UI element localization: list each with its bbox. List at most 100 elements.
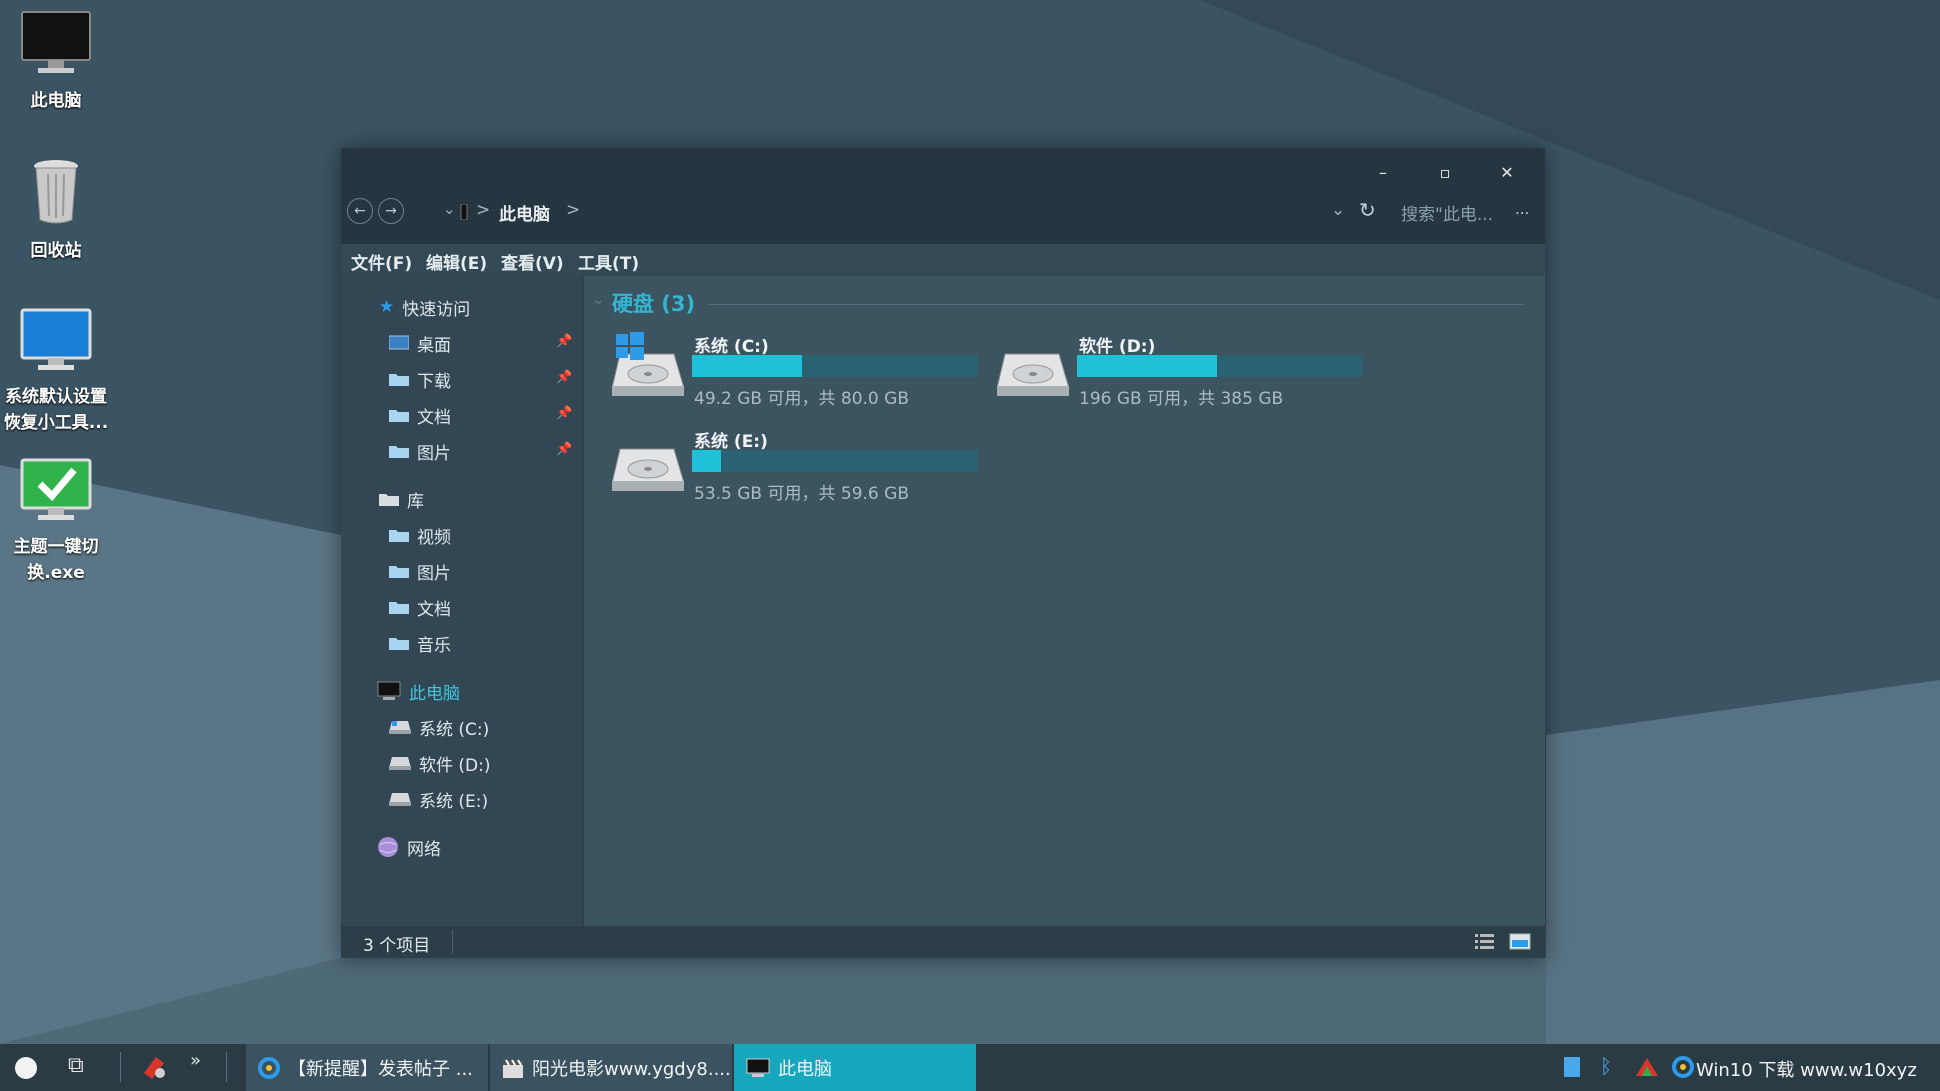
folder-icon: [389, 374, 409, 386]
monitor-blue-icon: [20, 308, 92, 370]
bluetooth-icon[interactable]: ᛒ: [1600, 1054, 1612, 1078]
sidebar-item-label: 系统 (E:): [419, 791, 489, 812]
sidebar-item-quick-access[interactable]: ★ 快速访问: [379, 294, 470, 320]
navigation-pane: ★ 快速访问 桌面 📌 下载 📌 文档 📌 图片 📌 库 视频 图片 文档 音乐…: [341, 276, 582, 926]
sidebar-item-desktop[interactable]: 桌面: [389, 330, 451, 356]
breadcrumb-sep-end[interactable]: >: [566, 200, 580, 220]
folder-icon: [389, 638, 409, 650]
network-icon: [378, 837, 398, 857]
taskbar-button-label: 此电脑: [778, 1058, 832, 1080]
sidebar-item-pictures[interactable]: 图片: [389, 438, 451, 464]
overflow-chevron-icon[interactable]: »: [190, 1050, 201, 1071]
menu-file[interactable]: 文件(F): [351, 249, 412, 274]
task-view-icon[interactable]: ⧉: [68, 1053, 84, 1078]
menu-tools[interactable]: 工具(T): [578, 249, 639, 274]
desktop-icon-label-line2: 换.exe: [27, 563, 85, 583]
sidebar-item-drive-d[interactable]: 软件 (D:): [389, 750, 491, 776]
sidebar-item-lib-pictures[interactable]: 图片: [389, 558, 451, 584]
sidebar-item-label: 图片: [417, 563, 451, 584]
breadcrumb-this-pc[interactable]: 此电脑: [499, 200, 550, 225]
address-row: ← → ⌄ > 此电脑 > ⌄ ↻ 搜索"此电... ...: [341, 198, 1545, 238]
search-input[interactable]: 搜索"此电...: [1401, 200, 1493, 225]
drive-tile-d[interactable]: 软件 (D:) 196 GB 可用，共 385 GB: [997, 332, 1377, 412]
taskbar-button-label: 【新提醒】发表帖子 ...: [288, 1058, 473, 1080]
pin-icon[interactable]: 📌: [556, 334, 572, 349]
maximize-button[interactable]: ▫: [1425, 158, 1465, 188]
sidebar-item-label: 视频: [417, 527, 451, 548]
sidebar-item-lib-documents[interactable]: 文档: [389, 594, 451, 620]
sidebar-item-music[interactable]: 音乐: [389, 630, 451, 656]
desktop-icon-recycle-bin[interactable]: 回收站: [0, 156, 116, 264]
desktop-icon-label-line2: 恢复小工具...: [3, 413, 109, 433]
taskbar-button-label: 阳光电影www.ygdy8....: [532, 1058, 731, 1080]
pin-icon[interactable]: 📌: [556, 442, 572, 457]
sidebar-item-label: 文档: [417, 599, 451, 620]
browser-tray-icon[interactable]: [1672, 1056, 1694, 1078]
sidebar-item-videos[interactable]: 视频: [389, 522, 451, 548]
back-button[interactable]: ←: [347, 198, 373, 224]
status-divider: [452, 930, 453, 954]
taskbar-divider: [120, 1052, 121, 1082]
folder-icon: [389, 410, 409, 422]
taskbar-button-movie[interactable]: 阳光电影www.ygdy8....: [490, 1044, 732, 1091]
details-view-icon[interactable]: [1475, 933, 1495, 951]
drive-usage-fill: [692, 355, 803, 377]
drive-usage-fill: [692, 450, 722, 472]
refresh-icon[interactable]: ↻: [1359, 198, 1376, 222]
monitor-icon: [746, 1058, 770, 1077]
taskbar-button-browser[interactable]: 【新提醒】发表帖子 ...: [246, 1044, 488, 1091]
sidebar-item-documents[interactable]: 文档: [389, 402, 451, 428]
sidebar-item-label: 图片: [417, 443, 451, 464]
desktop-icon-theme-switch[interactable]: 主题一键切 换.exe: [0, 456, 116, 586]
pin-icon[interactable]: 📌: [556, 406, 572, 421]
taskbar-divider: [226, 1052, 227, 1082]
forward-button[interactable]: →: [378, 198, 404, 224]
desktop-icon-restore-tool[interactable]: 系统默认设置 恢复小工具...: [0, 306, 116, 436]
drive-space-info: 196 GB 可用，共 385 GB: [1079, 389, 1284, 409]
close-button[interactable]: ✕: [1487, 158, 1527, 188]
drive-icon: [389, 721, 411, 734]
large-icons-view-icon[interactable]: [1509, 932, 1531, 952]
start-button-icon[interactable]: [14, 1056, 38, 1080]
more-icon[interactable]: ...: [1515, 200, 1529, 218]
desktop-icon-label: 此电脑: [30, 91, 82, 111]
content-pane: ⌄ 硬盘 (3) 系统 (C:) 49.2 GB 可用，共 80.0 GB 软件…: [584, 276, 1545, 926]
sidebar-item-label: 系统 (C:): [419, 719, 490, 740]
taskbar-button-this-pc[interactable]: 此电脑: [734, 1044, 976, 1091]
drive-tile-c[interactable]: 系统 (C:) 49.2 GB 可用，共 80.0 GB: [612, 332, 992, 412]
sidebar-item-this-pc[interactable]: 此电脑: [377, 678, 460, 704]
notes-tray-icon[interactable]: [1562, 1056, 1582, 1078]
desktop-icon-label-line1: 系统默认设置: [5, 387, 107, 407]
menu-view[interactable]: 查看(V): [501, 249, 564, 274]
sidebar-item-network[interactable]: 网络: [377, 834, 441, 860]
sidebar-item-drive-e[interactable]: 系统 (E:): [389, 786, 488, 812]
group-header-disks[interactable]: 硬盘 (3): [612, 288, 695, 318]
sidebar-item-library[interactable]: 库: [379, 486, 424, 512]
collapse-chevron-icon[interactable]: ⌄: [592, 290, 605, 308]
sidebar-item-drive-c[interactable]: 系统 (C:): [389, 714, 489, 740]
drive-space-info: 49.2 GB 可用，共 80.0 GB: [694, 389, 909, 409]
drive-icon: [389, 757, 411, 770]
drive-name: 软件 (D:): [1079, 337, 1156, 357]
desktop-icon-this-pc[interactable]: 此电脑: [0, 8, 116, 114]
history-dropdown-icon[interactable]: ⌄: [443, 200, 456, 218]
pin-icon[interactable]: 📌: [556, 370, 572, 385]
drive-tile-e[interactable]: 系统 (E:) 53.5 GB 可用，共 59.6 GB: [612, 427, 992, 507]
browser-icon: [258, 1056, 280, 1079]
app-launcher-icon[interactable]: [140, 1053, 168, 1081]
menu-edit[interactable]: 编辑(E): [426, 249, 487, 274]
sidebar-item-label: 下载: [417, 371, 451, 392]
group-divider: [708, 304, 1524, 305]
recycle-bin-icon: [34, 160, 78, 224]
sidebar-item-label: 桌面: [417, 335, 451, 356]
minimize-button[interactable]: –: [1363, 158, 1403, 188]
sidebar-item-downloads[interactable]: 下载: [389, 366, 451, 392]
folder-icon: [389, 446, 409, 458]
drive-usage-bar: [692, 450, 978, 472]
sidebar-item-label: 快速访问: [402, 299, 471, 320]
desktop-icon-label: 回收站: [30, 241, 82, 261]
sidebar-item-label: 网络: [407, 839, 441, 860]
network-tray-icon[interactable]: [1634, 1056, 1660, 1078]
address-dropdown-icon[interactable]: ⌄: [1331, 200, 1345, 220]
clapperboard-icon: [503, 1058, 523, 1078]
